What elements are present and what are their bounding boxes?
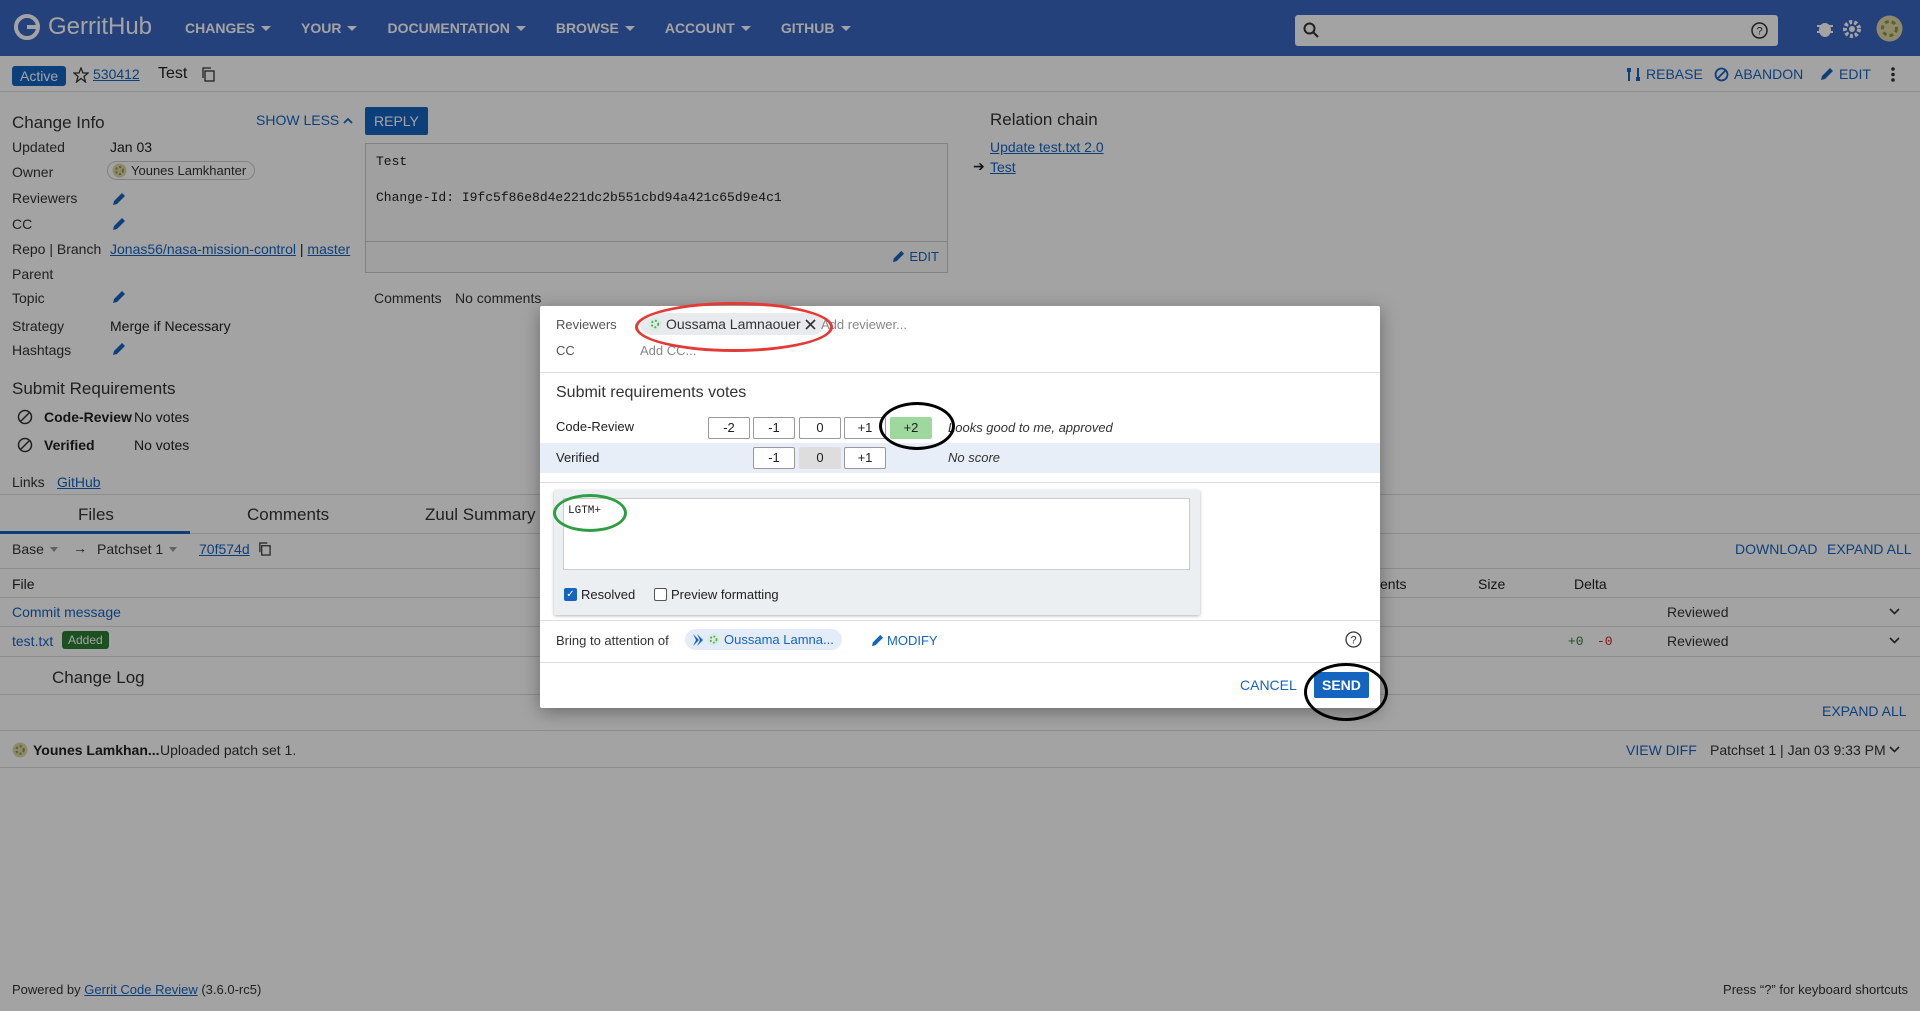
- verified-plus1-button[interactable]: +1: [844, 447, 886, 469]
- checkbox-unchecked-icon: [654, 588, 667, 601]
- avatar: [648, 317, 662, 331]
- comment-editor: LGTM+ ✓ Resolved Preview formatting: [554, 490, 1200, 615]
- vote-plus1-button[interactable]: +1: [844, 417, 886, 439]
- verified-description: No score: [948, 450, 1001, 465]
- code-review-label: Code-Review: [556, 419, 635, 434]
- modify-label: MODIFY: [887, 633, 938, 648]
- votes-title: Submit requirements votes: [556, 384, 747, 401]
- preview-formatting-checkbox[interactable]: Preview formatting: [654, 587, 779, 602]
- cancel-button[interactable]: CANCEL: [1240, 677, 1297, 693]
- dialog-cc-label: CC: [556, 343, 575, 358]
- reply-dialog: Reviewers Oussama Lamnaouer Add reviewer…: [540, 306, 1380, 708]
- comment-textarea[interactable]: LGTM+: [563, 498, 1190, 570]
- verified-minus1-button[interactable]: -1: [753, 447, 795, 469]
- verified-zero-button[interactable]: 0: [799, 447, 841, 469]
- attention-arrow-icon: [693, 633, 703, 646]
- modify-attention-button[interactable]: MODIFY: [871, 633, 938, 648]
- verified-label: Verified: [556, 450, 600, 465]
- checkbox-checked-icon: ✓: [564, 588, 577, 601]
- code-review-description: Looks good to me, approved: [948, 420, 1113, 435]
- add-reviewer-input[interactable]: Add reviewer...: [821, 317, 907, 332]
- attention-user: Oussama Lamna...: [724, 632, 834, 647]
- help-icon[interactable]: ?: [1345, 631, 1362, 648]
- avatar: [707, 633, 720, 646]
- preview-label: Preview formatting: [671, 587, 779, 602]
- attention-chip[interactable]: Oussama Lamna...: [685, 629, 842, 650]
- vote-minus2-button[interactable]: -2: [708, 417, 750, 439]
- attention-label: Bring to attention of: [556, 633, 669, 648]
- send-button[interactable]: SEND: [1314, 672, 1369, 698]
- comment-text: LGTM+: [568, 505, 602, 517]
- pencil-icon: [871, 634, 884, 647]
- vote-minus1-button[interactable]: -1: [753, 417, 795, 439]
- reviewer-chip[interactable]: Oussama Lamnaouer: [640, 313, 824, 335]
- add-cc-input[interactable]: Add CC...: [640, 343, 696, 358]
- svg-text:?: ?: [1350, 635, 1356, 647]
- vote-plus2-button[interactable]: +2: [890, 417, 932, 439]
- vote-zero-button[interactable]: 0: [799, 417, 841, 439]
- dialog-reviewers-label: Reviewers: [556, 317, 617, 332]
- resolved-checkbox[interactable]: ✓ Resolved: [564, 587, 635, 602]
- reviewer-name: Oussama Lamnaouer: [666, 316, 801, 332]
- resolved-label: Resolved: [581, 587, 636, 602]
- close-icon[interactable]: [805, 318, 816, 330]
